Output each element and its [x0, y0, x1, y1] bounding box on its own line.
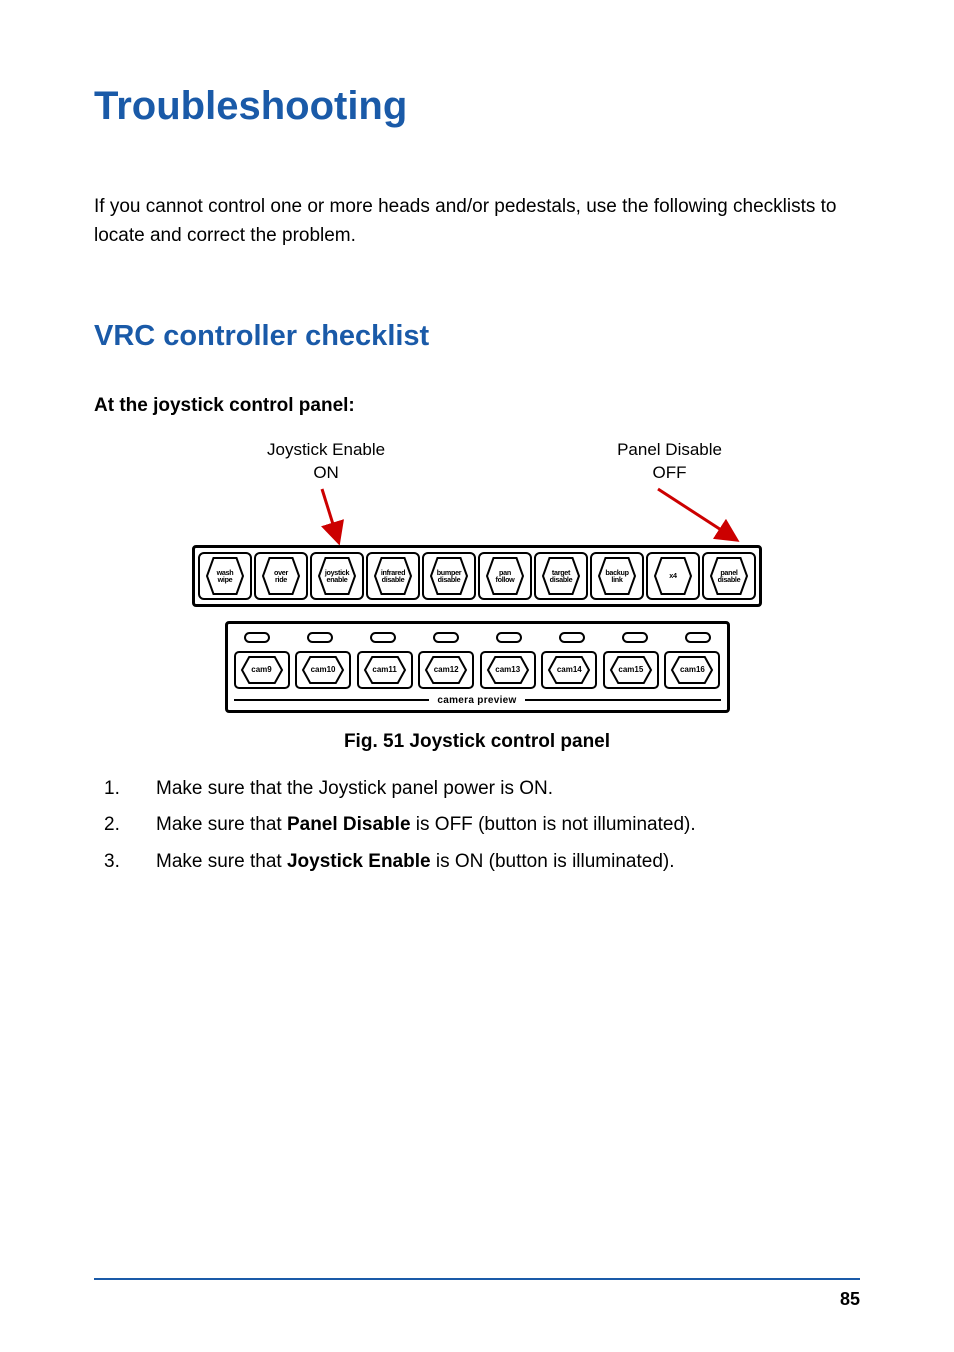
- label-panel-disable: Panel Disable OFF: [617, 439, 722, 485]
- camera-preview-panel: cam9cam10cam11cam12cam13cam14cam15cam16 …: [225, 621, 730, 713]
- checklist-item: 1.Make sure that the Joystick panel powe…: [104, 775, 860, 804]
- panel-button: bumperdisable: [422, 552, 476, 600]
- camera-button: cam15: [603, 651, 659, 689]
- camera-preview-label: camera preview: [437, 695, 516, 706]
- panel-button: backuplink: [590, 552, 644, 600]
- panel-button: joystickenable: [310, 552, 364, 600]
- camera-button: cam10: [295, 651, 351, 689]
- arrow-icon: [192, 487, 762, 545]
- footer-divider: [94, 1278, 860, 1280]
- panel-button: panfollow: [478, 552, 532, 600]
- camera-button: cam14: [541, 651, 597, 689]
- checklist: 1.Make sure that the Joystick panel powe…: [94, 775, 860, 877]
- indicator-icon: [685, 632, 711, 643]
- figure: Joystick Enable ON Panel Disable OFF: [94, 439, 860, 753]
- intro-paragraph: If you cannot control one or more heads …: [94, 193, 860, 250]
- indicator-icon: [370, 632, 396, 643]
- camera-button: cam16: [664, 651, 720, 689]
- indicator-icon: [622, 632, 648, 643]
- panel-button: paneldisable: [702, 552, 756, 600]
- panel-button: targetdisable: [534, 552, 588, 600]
- checklist-item: 2.Make sure that Panel Disable is OFF (b…: [104, 811, 860, 840]
- panel-button: x4: [646, 552, 700, 600]
- checklist-item: 3.Make sure that Joystick Enable is ON (…: [104, 848, 860, 877]
- camera-button: cam13: [480, 651, 536, 689]
- top-button-panel: washwipeoverridejoystickenableinfrareddi…: [192, 545, 762, 607]
- page-title: Troubleshooting: [94, 84, 860, 129]
- page-number: 85: [840, 1289, 860, 1310]
- figure-caption: Fig. 51 Joystick control panel: [344, 731, 610, 753]
- indicator-icon: [559, 632, 585, 643]
- panel-button: washwipe: [198, 552, 252, 600]
- indicator-icon: [307, 632, 333, 643]
- camera-button: cam11: [357, 651, 413, 689]
- indicator-icon: [496, 632, 522, 643]
- indicator-icon: [433, 632, 459, 643]
- section-subheading: At the joystick control panel:: [94, 395, 860, 417]
- indicator-icon: [244, 632, 270, 643]
- section-heading: VRC controller checklist: [94, 320, 860, 353]
- camera-button: cam9: [234, 651, 290, 689]
- panel-button: infrareddisable: [366, 552, 420, 600]
- label-joystick-enable: Joystick Enable ON: [267, 439, 385, 485]
- panel-button: override: [254, 552, 308, 600]
- camera-button: cam12: [418, 651, 474, 689]
